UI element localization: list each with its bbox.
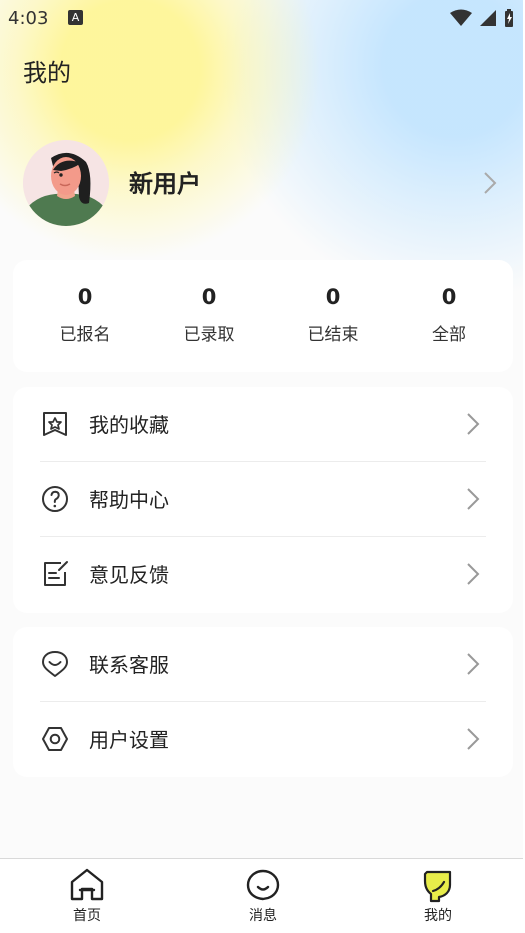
profile-icon	[423, 870, 452, 903]
cellular-signal-icon	[480, 10, 496, 26]
menu-label: 意见反馈	[89, 563, 169, 587]
question-icon	[42, 486, 68, 512]
chevron-right-icon	[467, 728, 480, 750]
menu-card-main: 我的收藏 帮助中心 意见反馈	[13, 387, 513, 613]
menu-item-feedback[interactable]: 意见反馈	[13, 537, 513, 612]
tab-home[interactable]: 首页	[37, 867, 137, 929]
stat-admitted[interactable]: 0 已录取	[149, 282, 269, 345]
message-smile-icon	[246, 869, 280, 901]
profile-row[interactable]: 新用户	[23, 140, 505, 226]
tab-label: 消息	[249, 908, 277, 924]
stat-label: 已录取	[183, 325, 235, 345]
menu-label: 联系客服	[89, 653, 169, 677]
page-title: 我的	[23, 59, 71, 87]
stats-card: 0 已报名 0 已录取 0 已结束 0 全部	[13, 260, 513, 372]
menu-item-user-settings[interactable]: 用户设置	[13, 702, 513, 777]
notification-a-icon: A	[68, 10, 83, 25]
stat-label: 全部	[432, 325, 466, 345]
star-bookmark-icon	[43, 412, 67, 436]
battery-charging-icon	[505, 9, 513, 27]
chevron-right-icon	[467, 488, 480, 510]
stat-label: 已结束	[307, 325, 359, 345]
menu-item-help-center[interactable]: 帮助中心	[13, 462, 513, 537]
stat-finished[interactable]: 0 已结束	[273, 282, 393, 345]
edit-note-icon	[44, 561, 68, 586]
status-icons	[449, 8, 515, 28]
avatar[interactable]	[23, 140, 109, 226]
tab-mine[interactable]: 我的	[388, 867, 488, 929]
menu-card-service: 联系客服 用户设置	[13, 627, 513, 777]
female-avatar-icon	[23, 140, 109, 226]
bottom-tab-bar: 首页 消息 我的	[0, 858, 525, 933]
chevron-right-icon	[467, 413, 480, 435]
chevron-right-icon	[467, 653, 480, 675]
chevron-right-icon	[467, 563, 480, 585]
my-page-screen: 4:03 A 我的 新用户 0 已报名 0 已录取 0 已结束 0 全部 我的收…	[0, 0, 525, 933]
stat-value: 0	[77, 285, 93, 309]
tab-label: 首页	[73, 908, 101, 924]
home-icon	[70, 868, 104, 901]
stat-all[interactable]: 0 全部	[389, 282, 509, 345]
stat-value: 0	[441, 285, 457, 309]
settings-hex-icon	[42, 727, 68, 751]
wifi-icon	[450, 9, 472, 26]
menu-item-contact-support[interactable]: 联系客服	[13, 627, 513, 702]
status-bar: 4:03 A	[0, 0, 525, 36]
menu-item-favorites[interactable]: 我的收藏	[13, 387, 513, 462]
profile-name: 新用户	[129, 170, 201, 198]
tab-messages[interactable]: 消息	[213, 867, 313, 929]
smile-chat-icon	[42, 651, 68, 677]
status-time: 4:03	[8, 8, 49, 29]
menu-label: 我的收藏	[89, 413, 169, 437]
chevron-right-icon[interactable]	[482, 170, 498, 196]
menu-label: 帮助中心	[89, 488, 169, 512]
tab-label: 我的	[424, 908, 452, 924]
menu-label: 用户设置	[89, 728, 169, 752]
stat-label: 已报名	[59, 325, 111, 345]
stat-enrolled[interactable]: 0 已报名	[25, 282, 145, 345]
stat-value: 0	[201, 285, 217, 309]
stat-value: 0	[325, 285, 341, 309]
